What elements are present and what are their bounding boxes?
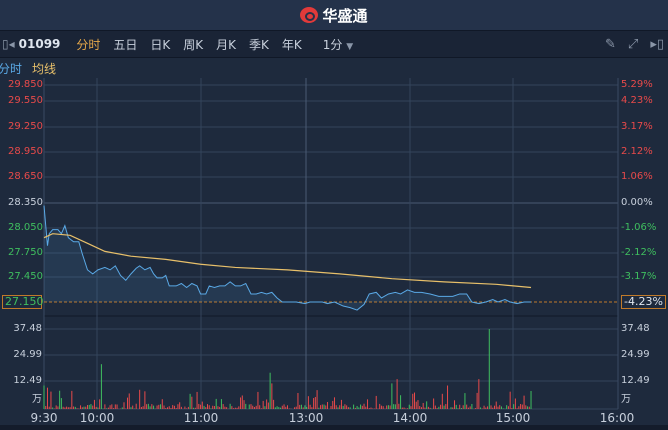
- percent-tick-label: 2.12%: [621, 146, 653, 157]
- volume-tick-label: 12.49: [621, 375, 650, 386]
- percent-tick-label: 5.29%: [621, 79, 653, 90]
- percent-tick-label: -2.12%: [621, 247, 657, 258]
- time-tick-label: 11:00: [183, 411, 219, 425]
- time-tick-label: 16:00: [599, 411, 635, 425]
- price-tick-label: 27.450: [8, 271, 43, 282]
- time-tick-label: 15:00: [495, 411, 531, 425]
- intraday-chart[interactable]: [0, 0, 668, 430]
- price-tick-label: 28.050: [8, 222, 43, 233]
- price-tick-label: 29.250: [8, 121, 43, 132]
- price-tick-label: 29.850: [8, 79, 43, 90]
- percent-tick-label: 1.06%: [621, 171, 653, 182]
- percent-tick-label: 0.00%: [621, 197, 653, 208]
- price-tick-label: 28.950: [8, 146, 43, 157]
- percent-tick-label: 4.23%: [621, 95, 653, 106]
- time-tick-label: 14:00: [392, 411, 428, 425]
- percent-tick-label: -1.06%: [621, 222, 657, 233]
- volume-unit-label: 万: [621, 394, 631, 405]
- volume-tick-label: 37.48: [13, 323, 42, 334]
- time-tick-label: 9:30: [30, 411, 58, 425]
- price-tick-label: 28.650: [8, 171, 43, 182]
- price-tick-label: 27.750: [8, 247, 43, 258]
- price-tick-label: 28.350: [8, 197, 43, 208]
- volume-tick-label: 37.48: [621, 323, 650, 334]
- percent-tick-label: -4.23%: [621, 295, 666, 309]
- bottom-bar: [0, 425, 668, 430]
- percent-tick-label: 3.17%: [621, 121, 653, 132]
- price-tick-label: 27.150: [2, 295, 44, 309]
- price-tick-label: 29.550: [8, 95, 43, 106]
- time-tick-label: 13:00: [288, 411, 324, 425]
- volume-tick-label: 12.49: [13, 375, 42, 386]
- volume-tick-label: 24.99: [13, 349, 42, 360]
- volume-unit-label: 万: [32, 394, 42, 405]
- time-tick-label: 10:00: [79, 411, 115, 425]
- percent-tick-label: -3.17%: [621, 271, 657, 282]
- volume-tick-label: 24.99: [621, 349, 650, 360]
